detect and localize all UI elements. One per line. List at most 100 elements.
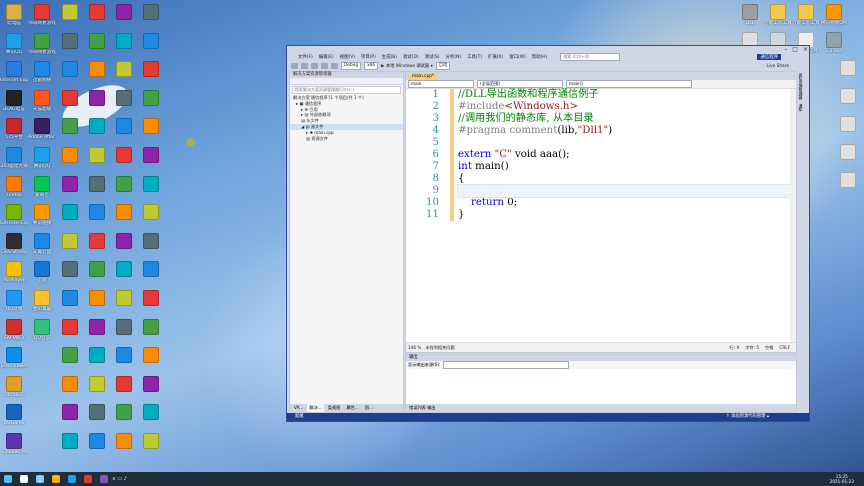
solution-tab[interactable]: 解决... xyxy=(307,404,324,412)
desktop-icon[interactable]: GeForce Experience xyxy=(0,204,28,226)
menu-item[interactable]: 窗口(W) xyxy=(508,54,527,60)
desktop-icon[interactable] xyxy=(83,61,111,78)
solution-tab[interactable]: VA... xyxy=(292,404,305,412)
desktop-icon[interactable] xyxy=(110,204,138,221)
tab-main-cpp[interactable]: main.cpp* xyxy=(408,73,439,80)
solution-tab[interactable]: 类视图 xyxy=(326,404,343,412)
desktop-icon[interactable] xyxy=(83,175,111,192)
solution-tab[interactable]: 团... xyxy=(363,404,375,412)
search-box[interactable]: 搜索 (Ctrl+Q) xyxy=(560,53,621,61)
desktop-icon[interactable]: 万能工人工具2.zip xyxy=(792,4,820,26)
desktop-icon[interactable] xyxy=(56,232,84,249)
desktop-icon[interactable] xyxy=(83,404,111,421)
desktop-icon[interactable]: 金山毒霸 xyxy=(28,290,56,312)
desktop-icon[interactable]: 360驱动大师 xyxy=(0,147,28,169)
save-icon[interactable] xyxy=(321,63,328,69)
desktop-icon[interactable] xyxy=(56,318,84,335)
desktop-icon[interactable] xyxy=(83,433,111,449)
desktop-icon[interactable] xyxy=(110,4,138,20)
task-view-icon[interactable] xyxy=(36,475,44,483)
desktop-icon[interactable] xyxy=(137,61,165,78)
desktop-icon[interactable] xyxy=(56,433,84,449)
desktop-icon[interactable]: 腾讯视频 xyxy=(28,204,56,226)
desktop-icon[interactable] xyxy=(110,433,138,449)
config-select[interactable]: Debug xyxy=(341,62,362,70)
desktop-icon[interactable]: 天猫超级 xyxy=(28,89,56,112)
visual-studio-icon[interactable] xyxy=(100,475,108,483)
desktop-icon[interactable] xyxy=(56,347,84,364)
desktop-icon[interactable] xyxy=(83,204,111,221)
desktop-icon[interactable] xyxy=(83,347,111,364)
desktop-icon[interactable] xyxy=(137,261,165,278)
desktop-icon[interactable] xyxy=(83,318,111,335)
project-scope-select[interactable]: main xyxy=(408,80,474,88)
desktop-icon[interactable]: 腾讯QQ xyxy=(0,32,28,55)
search-icon[interactable] xyxy=(20,475,28,483)
menu-item[interactable]: 扩展(X) xyxy=(487,54,504,60)
desktop-icon[interactable]: WeGame xyxy=(0,404,28,426)
record-icon[interactable] xyxy=(84,475,92,483)
desktop-icon[interactable] xyxy=(110,404,138,421)
side-tab[interactable]: 团队资源管理器 xyxy=(798,71,805,102)
desktop-icon[interactable] xyxy=(137,118,165,135)
qq-icon[interactable] xyxy=(68,475,76,483)
desktop-icon[interactable] xyxy=(834,172,862,188)
desktop-icon[interactable] xyxy=(110,261,138,278)
desktop-icon[interactable]: OBS Studio xyxy=(0,232,28,255)
desktop-icon[interactable]: QQ音乐 xyxy=(28,318,56,341)
desktop-icon[interactable] xyxy=(137,175,165,192)
clock[interactable]: 15:25 2021-01-23 xyxy=(830,474,864,484)
explorer-icon[interactable] xyxy=(52,475,60,483)
menu-item[interactable]: 调试(D) xyxy=(402,54,420,60)
desktop-icon[interactable]: 腾讯QQ xyxy=(28,147,56,169)
desktop-icon[interactable] xyxy=(137,347,165,364)
minimize-icon[interactable]: – xyxy=(784,46,787,53)
solution-search-input[interactable]: 搜索解决方案资源管理器(Ctrl+;) xyxy=(292,86,401,94)
desktop-icon[interactable] xyxy=(137,433,165,449)
desktop-icon[interactable]: 迅雷网络 xyxy=(28,61,56,83)
desktop-icon[interactable] xyxy=(137,4,165,20)
desktop-icon[interactable] xyxy=(137,290,165,306)
desktop-icon[interactable]: 爱奇艺 xyxy=(28,175,56,198)
menu-item[interactable]: 生成(B) xyxy=(381,54,398,60)
zoom-level[interactable]: 146 % xyxy=(408,343,421,352)
desktop-icon[interactable] xyxy=(137,318,165,335)
windows-start-icon[interactable] xyxy=(4,475,12,483)
desktop-icon[interactable] xyxy=(56,32,84,49)
desktop-icon[interactable] xyxy=(56,118,84,135)
desktop-icon[interactable] xyxy=(137,147,165,163)
desktop-icon[interactable] xyxy=(56,404,84,421)
add-to-source-control[interactable]: ↑ 添加到源代码管理 ▴ xyxy=(726,413,809,421)
desktop-icon[interactable]: TeamViewer xyxy=(0,347,28,369)
current-line[interactable] xyxy=(457,184,791,199)
back-icon[interactable] xyxy=(291,63,298,69)
desktop-icon[interactable] xyxy=(110,32,138,49)
menu-item[interactable]: 分析(N) xyxy=(445,54,463,60)
desktop-icon[interactable] xyxy=(137,204,165,221)
tree-item[interactable]: ▤ 资源文件 xyxy=(290,136,403,142)
desktop-icon[interactable] xyxy=(83,290,111,306)
desktop-icon[interactable] xyxy=(110,318,138,335)
forward-icon[interactable] xyxy=(301,63,308,69)
desktop-icon[interactable] xyxy=(56,204,84,221)
desktop-icon[interactable] xyxy=(56,175,84,192)
desktop-icon[interactable]: 师哥网易游戏 xyxy=(28,4,56,26)
desktop-icon[interactable] xyxy=(110,375,138,392)
desktop-icon[interactable] xyxy=(56,147,84,163)
run-debugger-button[interactable]: ▶ 本地 Windows 调试器 ▾ xyxy=(381,63,433,69)
desktop-icon[interactable] xyxy=(137,404,165,421)
desktop-icon[interactable] xyxy=(110,232,138,249)
undo-icon[interactable] xyxy=(331,63,338,69)
menu-item[interactable]: 编辑(E) xyxy=(318,54,335,60)
desktop-icon[interactable]: 腾讯视频OM xyxy=(820,4,848,26)
menu-item[interactable]: 工具(T) xyxy=(466,54,483,60)
solution-explorer-toolbar[interactable] xyxy=(290,78,403,85)
platform-select[interactable]: x86 xyxy=(364,62,379,70)
desktop-icon[interactable] xyxy=(137,232,165,249)
desktop-icon[interactable] xyxy=(83,147,111,163)
desktop-icon[interactable] xyxy=(137,89,165,106)
menu-item[interactable]: 项目(P) xyxy=(360,54,377,60)
desktop-icon[interactable] xyxy=(110,61,138,78)
desktop-icon[interactable] xyxy=(83,118,111,135)
auto-select[interactable]: 自动 xyxy=(435,62,451,70)
